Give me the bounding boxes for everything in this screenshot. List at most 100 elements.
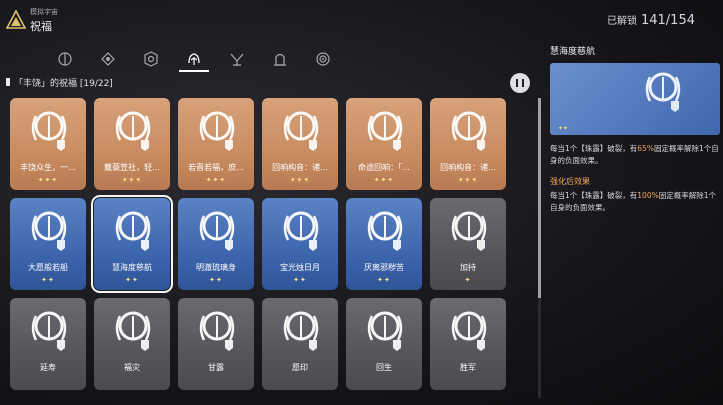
abundance-blessing-emblem-icon [199,311,235,351]
detail-image: ✦✦ [550,63,720,135]
scrollbar-thumb[interactable] [538,98,541,298]
blessing-card[interactable]: 丰饶众生，一... ✦✦✦ [10,98,86,190]
blessing-card[interactable]: 若晋若福，庶... ✦✦✦ [178,98,254,190]
header-bar: 模拟宇宙 祝福 已解锁 141/154 [0,0,723,42]
blessing-card-name: 若晋若福，庶... [188,163,244,172]
blessing-card[interactable]: 甘露 [178,298,254,390]
blessing-card-stars: ✦✦ [125,276,139,284]
abundance-blessing-emblem-icon [451,311,487,351]
abundance-blessing-emblem-icon [283,211,319,251]
unlocked-value: 141/154 [640,13,695,28]
tab-path-6[interactable] [258,46,301,72]
blessing-card-name: 宝光烛日月 [280,263,320,272]
blessing-card-stars: ✦✦✦ [457,176,479,184]
blessing-card-name: 慧海度慈航 [112,263,152,272]
blessing-card[interactable]: 加持 ✦ [430,198,506,290]
abundance-blessing-emblem-icon [115,111,151,151]
abundance-blessing-emblem-icon [31,111,67,151]
filter-icon [516,79,524,87]
blessing-card-stars: ✦✦ [209,276,223,284]
blessing-card-stars: ✦✦ [377,276,391,284]
blessing-card-stars: ✦✦ [41,276,55,284]
section-marker [6,78,10,86]
abundance-blessing-emblem-icon [283,311,319,351]
blessing-card[interactable]: 厌离邪秽苦 ✦✦ [346,198,422,290]
blessing-card[interactable]: 明澈琉璃身 ✦✦ [178,198,254,290]
simulated-universe-logo-icon [6,10,26,29]
filter-button[interactable] [510,73,530,93]
detail-title: 慧海度慈航 [550,47,596,57]
blessing-card[interactable]: 回响构音：诸... ✦✦✦ [430,98,506,190]
blessing-card-name: 戴蓑笠社，轻... [104,163,160,172]
blessing-card-name: 加持 [460,263,476,272]
path-emblem-icon [58,52,73,66]
blessing-card-name: 胜军 [460,363,476,372]
desc-percent: 65% [637,144,654,153]
blessing-detail-panel: 慧海度慈航 ✦✦ 每当1个【珠露】破裂，有65%固定概率解除1个自身的负面效果。… [550,44,720,344]
blessing-card[interactable]: 宝光烛日月 ✦✦ [262,198,338,290]
blessing-card-name: 愿印 [292,363,308,372]
blessing-list-header: 「丰饶」的祝福 [19/22] [6,74,536,90]
blessing-count-label: 「丰饶」的祝福 [19/22] [14,79,113,89]
blessing-card[interactable]: 福灾 [94,298,170,390]
blessing-card[interactable]: 慧海度慈航 ✦✦ [91,195,173,293]
blessing-card[interactable]: 命途回响：「... ✦✦✦ [346,98,422,190]
abundance-emblem-icon [188,53,200,65]
blessing-card[interactable]: 延寿 [10,298,86,390]
blessing-card-name: 回响构音：诸... [272,163,328,172]
blessing-card[interactable]: 胜军 [430,298,506,390]
tab-path-7[interactable] [301,46,344,72]
unlocked-counter: 已解锁 141/154 [607,12,695,28]
path-emblem-icon [144,51,158,67]
blessing-card-stars: ✦✦✦ [121,176,143,184]
abundance-blessing-emblem-icon [31,311,67,351]
unlocked-label: 已解锁 [606,16,637,27]
abundance-blessing-emblem-icon [283,111,319,151]
abundance-blessing-emblem-icon [367,311,403,351]
blessing-card-stars: ✦✦✦ [373,176,395,184]
blessing-card[interactable]: 愿印 [262,298,338,390]
tab-path-2[interactable] [87,46,130,72]
blessing-card-stars: ✦✦✦ [37,176,59,184]
enh-percent: 100% [637,191,659,200]
tab-path-5[interactable] [215,46,258,72]
path-tabs [44,46,344,72]
tab-abundance[interactable] [173,46,216,72]
path-emblem-icon [230,53,244,66]
blessing-card-stars: ✦ [464,276,472,284]
blessing-card[interactable]: 回生 [346,298,422,390]
blessing-grid: 丰饶众生，一... ✦✦✦ 戴蓑笠社，轻... ✦✦✦ 若晋若福，庶... ✦✦✦ 回响构音… [10,98,522,405]
blessing-card-name: 明澈琉璃身 [196,263,236,272]
blessing-card-stars: ✦✦ [293,276,307,284]
detail-stars: ✦✦ [558,125,569,132]
detail-description: 每当1个【珠露】破裂，有65%固定概率解除1个自身的负面效果。 [550,143,720,167]
blessing-card-stars: ✦✦✦ [205,176,227,184]
blessing-card-name: 命途回响：「... [358,163,410,172]
grid-scrollbar[interactable] [538,98,541,398]
page-title: 祝福 [30,20,52,33]
enhanced-effect-label: 强化后效果 [550,177,590,186]
abundance-blessing-emblem-icon [199,211,235,251]
path-emblem-icon [101,52,116,66]
desc-text: 每当1个【珠露】破裂，有 [550,144,638,153]
blessing-card-name: 福灾 [124,363,140,372]
blessing-card-name: 回响构音：诸... [440,163,496,172]
blessing-card[interactable]: 大愿般若船 ✦✦ [10,198,86,290]
abundance-blessing-emblem-icon [645,72,681,112]
tab-path-3[interactable] [130,46,173,72]
blessing-card-name: 大愿般若船 [28,263,68,272]
blessing-card[interactable]: 戴蓑笠社，轻... ✦✦✦ [94,98,170,190]
blessing-card[interactable]: 回响构音：诸... ✦✦✦ [262,98,338,190]
abundance-blessing-emblem-icon [31,211,67,251]
abundance-blessing-emblem-icon [199,111,235,151]
blessing-card-name: 回生 [376,363,392,372]
tab-path-1[interactable] [44,46,87,72]
abundance-blessing-emblem-icon [451,111,487,151]
blessing-card-stars: ✦✦✦ [289,176,311,184]
header-subtitle: 模拟宇宙 [30,8,58,16]
blessing-card-name: 甘露 [208,363,224,372]
abundance-blessing-emblem-icon [115,211,151,251]
path-emblem-icon [273,53,286,66]
blessing-card-name: 厌离邪秽苦 [364,263,404,272]
abundance-blessing-emblem-icon [115,311,151,351]
